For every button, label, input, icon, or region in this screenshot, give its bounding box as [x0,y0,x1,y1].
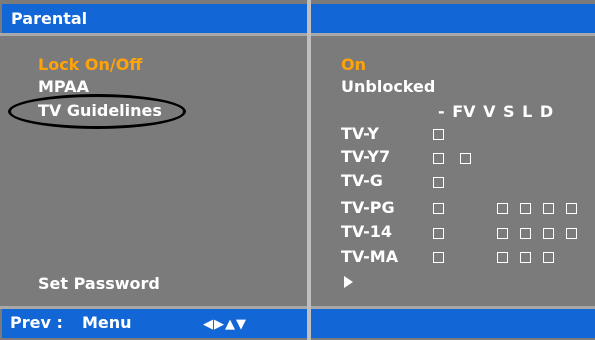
mpaa-value: Unblocked [341,77,436,96]
rating-label-tv-g[interactable]: TV-G [341,172,383,190]
column-divider [307,0,311,340]
tv-14-all-checkbox[interactable] [433,228,444,239]
header-bar-right [311,4,595,33]
tv-y7-fv-checkbox[interactable] [460,153,471,164]
rating-label-tv-14[interactable]: TV-14 [341,223,392,241]
tv-ma-l-checkbox[interactable] [543,252,554,263]
tv-y7-all-checkbox[interactable] [433,153,444,164]
header-divider [0,33,595,36]
tv-ma-v-checkbox[interactable] [497,252,508,263]
tv-ma-all-checkbox[interactable] [433,252,444,263]
tv-14-s-checkbox[interactable] [520,228,531,239]
lock-value: On [341,55,366,74]
tv-pg-s-checkbox[interactable] [520,203,531,214]
nav-arrows-icon: ◀▶▲▼ [203,317,247,332]
rating-label-tv-ma[interactable]: TV-MA [341,248,398,266]
tv-14-v-checkbox[interactable] [497,228,508,239]
rating-label-tv-pg[interactable]: TV-PG [341,199,395,217]
tv-14-l-checkbox[interactable] [543,228,554,239]
page-title: Parental [11,9,88,28]
tv-pg-l-checkbox[interactable] [543,203,554,214]
tv-y-all-checkbox[interactable] [433,129,444,140]
footer-prev-label: Prev : [10,313,63,332]
tv-pg-all-checkbox[interactable] [433,203,444,214]
footer-divider [0,306,595,309]
tv-pg-v-checkbox[interactable] [497,203,508,214]
menu-item-lock-on-off[interactable]: Lock On/Off [38,56,142,74]
rating-columns-header: - FV V S L D [438,102,554,121]
tv-g-all-checkbox[interactable] [433,177,444,188]
footer-bar-right [311,309,595,338]
tv-14-d-checkbox[interactable] [566,228,577,239]
menu-item-set-password[interactable]: Set Password [38,275,160,293]
rating-label-tv-y[interactable]: TV-Y [341,125,379,143]
tv-guidelines-highlight-oval [8,94,186,129]
footer-menu-label: Menu [82,313,132,332]
tv-ma-s-checkbox[interactable] [520,252,531,263]
play-arrow-icon[interactable] [344,276,353,288]
rating-label-tv-y7[interactable]: TV-Y7 [341,148,390,166]
tv-pg-d-checkbox[interactable] [566,203,577,214]
parental-osd-screen: Parental Lock On/Off MPAA TV Guidelines … [0,0,595,340]
